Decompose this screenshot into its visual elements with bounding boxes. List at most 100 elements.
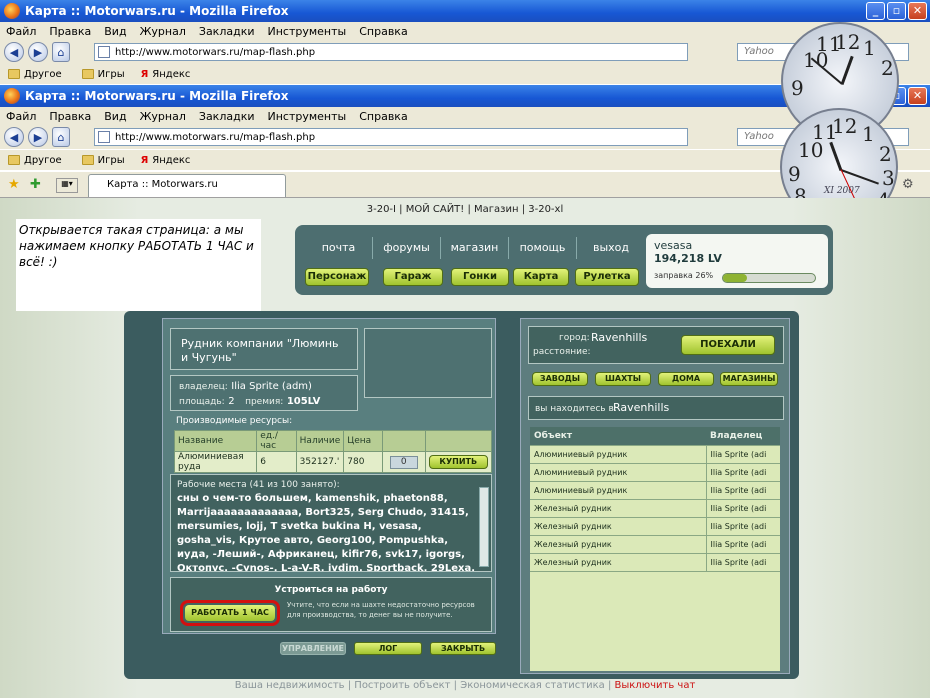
nav-mail[interactable]: почта (305, 237, 373, 259)
home-icon[interactable]: ⌂ (52, 42, 70, 62)
nav-help[interactable]: помощь (509, 237, 577, 259)
url-field-2[interactable]: http://www.motorwars.ru/map-flash.php (115, 132, 315, 143)
footer-property[interactable]: Ваша недвижимость (235, 680, 345, 691)
nav-forums[interactable]: форумы (373, 237, 441, 259)
mine-area: 2 (228, 396, 235, 407)
footer-chat-off[interactable]: Выключить чат (615, 680, 696, 691)
page-icon (98, 131, 110, 143)
forward-icon[interactable]: ▶ (28, 127, 48, 147)
objects-table-bg (530, 571, 780, 671)
yandex-icon: Я (140, 154, 149, 166)
map-button[interactable]: Карта (513, 268, 569, 286)
page-icon (98, 46, 110, 58)
roulette-button[interactable]: Рулетка (575, 268, 639, 286)
menu-edit[interactable]: Правка (49, 110, 91, 123)
footer-stats[interactable]: Экономическая статистика (460, 680, 605, 691)
close-mine-button[interactable]: ЗАКРЫТЬ (430, 642, 496, 655)
fuel-progress (722, 273, 816, 283)
menu-tools[interactable]: Инструменты (268, 25, 347, 38)
minimize-button[interactable]: _ (866, 2, 885, 20)
url-field-1[interactable]: http://www.motorwars.ru/map-flash.php (115, 47, 315, 58)
mine-info: владелец: Ilia Sprite (adm) площадь: 2 п… (170, 375, 358, 411)
houses-button[interactable]: ДОМА (658, 372, 714, 386)
user-panel: vesasa 194,218 LV заправка 26% (646, 234, 828, 288)
table-row[interactable]: Железный рудник Ilia Sprite (adi (530, 517, 780, 536)
shops-button[interactable]: МАГАЗИНЫ (720, 372, 778, 386)
menu-tools[interactable]: Инструменты (268, 110, 347, 123)
tab-map[interactable]: Карта :: Motorwars.ru (88, 174, 286, 197)
add-bookmark-icon[interactable]: ✚ (30, 177, 41, 192)
back-icon[interactable]: ◀ (4, 42, 24, 62)
footer-links: Ваша недвижимость | Построить объект | Э… (234, 680, 696, 691)
location-box: вы находитесь в: Ravenhills (528, 396, 784, 420)
bookmark-other[interactable]: Другое (8, 154, 62, 166)
quantity-input[interactable]: 0 (389, 455, 418, 469)
username: vesasa (654, 239, 693, 252)
close-button[interactable]: ✕ (908, 87, 927, 105)
footer-build[interactable]: Построить объект (354, 680, 450, 691)
folder-icon (8, 154, 20, 165)
resources-table: Название ед./час Наличие Цена Алюминиева… (173, 430, 492, 473)
workers-scrollbar[interactable] (479, 487, 489, 567)
workers-names: сны о чем-то большем, kamenshik, phaeton… (177, 493, 475, 572)
buy-button[interactable]: КУПИТЬ (428, 455, 488, 469)
menu-bookmarks[interactable]: Закладки (199, 110, 255, 123)
gear-icon[interactable]: ⚙ (902, 177, 914, 192)
back-icon[interactable]: ◀ (4, 127, 24, 147)
top-links[interactable]: 3-20-I | МОЙ САЙТ! | Магазин | 3-20-xl (0, 204, 930, 215)
go-button[interactable]: ПОЕХАЛИ (681, 335, 775, 355)
maximize-button[interactable]: ▫ (887, 2, 906, 20)
menu-edit[interactable]: Правка (49, 25, 91, 38)
bookmark-yandex[interactable]: Я Яндекс (141, 69, 191, 80)
workers-label: Рабочие места (41 из 100 занято): (177, 480, 340, 490)
table-row[interactable]: Железный рудник Ilia Sprite (adi (530, 499, 780, 518)
table-row[interactable]: Алюминиевый рудник Ilia Sprite (adi (530, 445, 780, 464)
menu-bookmarks[interactable]: Закладки (199, 25, 255, 38)
bookmark-yandex[interactable]: Я Яндекс (141, 155, 191, 166)
factories-button[interactable]: ЗАВОДЫ (532, 372, 588, 386)
job-panel: Устроиться на работу РАБОТАТЬ 1 ЧАС Учти… (170, 577, 492, 632)
races-button[interactable]: Гонки (451, 268, 509, 286)
table-row[interactable]: Алюминиевый рудник Ilia Sprite (adi (530, 481, 780, 500)
table-row[interactable]: Железный рудник Ilia Sprite (adi (530, 553, 780, 572)
tab-list-icon[interactable]: ▦▾ (56, 178, 78, 193)
table-row[interactable]: Алюминиевый рудник Ilia Sprite (adi (530, 463, 780, 482)
menu-help[interactable]: Справка (359, 25, 407, 38)
location-name: Ravenhills (613, 401, 670, 414)
manage-button[interactable]: УПРАВЛЕНИЕ (280, 642, 346, 655)
mine-owner: Ilia Sprite (adm) (231, 381, 312, 392)
workers-list: Рабочие места (41 из 100 занято): сны о … (170, 474, 492, 572)
menu-view[interactable]: Вид (104, 25, 126, 38)
table-row[interactable]: Железный рудник Ilia Sprite (adi (530, 535, 780, 554)
menu-history[interactable]: Журнал (140, 25, 186, 38)
menu-view[interactable]: Вид (104, 110, 126, 123)
menu-history[interactable]: Журнал (140, 110, 186, 123)
menu-file[interactable]: Файл (6, 25, 36, 38)
city-box: город: Ravenhills расстояние: ПОЕХАЛИ (528, 326, 784, 364)
resources-label: Производимые ресурсы: (176, 416, 293, 426)
mine-image (364, 328, 492, 398)
city-name: Ravenhills (591, 331, 648, 344)
work-1-hour-button[interactable]: РАБОТАТЬ 1 ЧАС (180, 600, 280, 626)
bookmark-games[interactable]: Игры (81, 68, 125, 80)
menu-file[interactable]: Файл (6, 110, 36, 123)
star-icon[interactable]: ★ (8, 177, 20, 192)
window-title-1: Карта :: Motorwars.ru - Mozilla Firefox (25, 4, 289, 18)
firefox-icon (4, 88, 20, 104)
nav-shop[interactable]: магазин (441, 237, 509, 259)
nav-exit[interactable]: выход (577, 237, 645, 259)
bookmark-other[interactable]: Другое (8, 68, 62, 80)
log-button[interactable]: ЛОГ (354, 642, 422, 655)
folder-icon (8, 68, 20, 79)
menu-help[interactable]: Справка (359, 110, 407, 123)
bookmark-games[interactable]: Игры (81, 154, 125, 166)
mines-button[interactable]: ШАХТЫ (595, 372, 651, 386)
garage-button[interactable]: Гараж (383, 268, 443, 286)
character-button[interactable]: Персонаж (305, 268, 369, 286)
forward-icon[interactable]: ▶ (28, 42, 48, 62)
job-title: Устроиться на работу (274, 585, 388, 595)
menu-bar-1: Файл Правка Вид Журнал Закладки Инструме… (0, 22, 930, 40)
web-page: 3-20-I | МОЙ САЙТ! | Магазин | 3-20-xl О… (0, 198, 930, 698)
close-button[interactable]: ✕ (908, 2, 927, 20)
home-icon[interactable]: ⌂ (52, 127, 70, 147)
